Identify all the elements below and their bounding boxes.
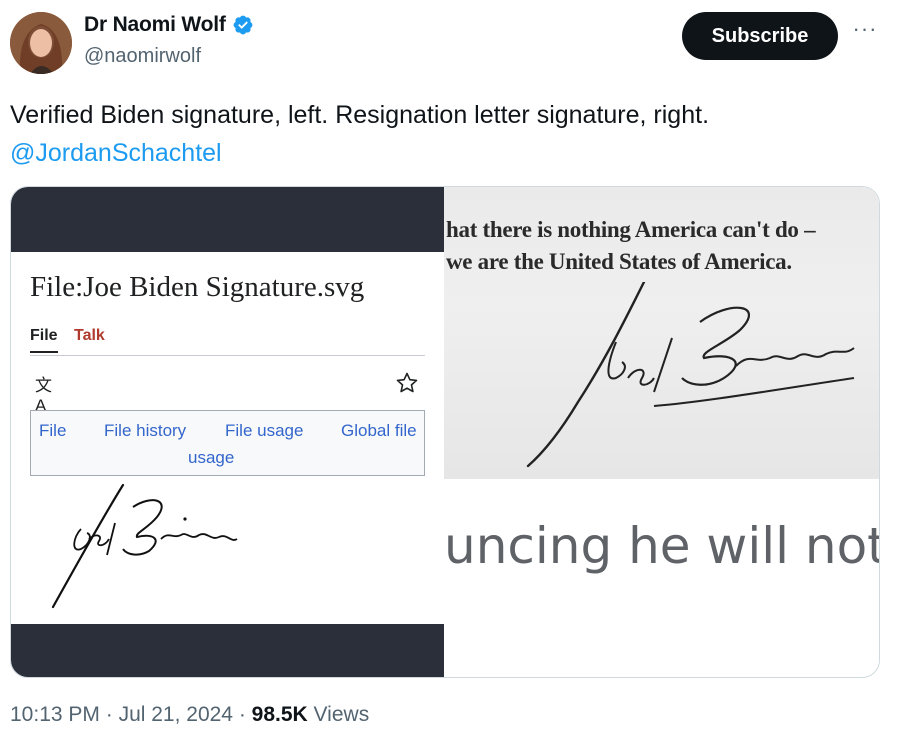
wiki-page-title: File:Joe Biden Signature.svg bbox=[30, 271, 365, 303]
meta-separator: · bbox=[233, 703, 252, 726]
author-display-name[interactable]: Dr Naomi Wolf bbox=[84, 13, 226, 37]
meta-separator: · bbox=[99, 703, 119, 726]
star-icon bbox=[396, 372, 418, 393]
tweet-time[interactable]: 10:13 PM bbox=[10, 703, 100, 726]
avatar[interactable] bbox=[10, 12, 72, 74]
file-history-link: File history bbox=[104, 421, 187, 440]
file-usage-link: File usage bbox=[225, 421, 304, 440]
tweet-text: Verified Biden signature, left. Resignat… bbox=[10, 96, 709, 172]
tab-file: File bbox=[30, 327, 58, 353]
letter-line-2: we are the United States of America. bbox=[446, 249, 792, 274]
media-left-panel[interactable]: File:Joe Biden Signature.svg File Talk 文… bbox=[11, 187, 444, 677]
file-link: File bbox=[39, 421, 67, 440]
resignation-signature-image bbox=[526, 282, 855, 468]
author-name-row: Dr Naomi Wolf bbox=[84, 13, 254, 37]
author-handle[interactable]: @naomirwolf bbox=[84, 45, 201, 68]
verified-badge-icon bbox=[233, 15, 253, 35]
translate-icon: 文A bbox=[35, 376, 52, 415]
subscribe-button[interactable]: Subscribe bbox=[682, 12, 838, 60]
letter-line-1: hat there is nothing America can't do – bbox=[446, 217, 816, 242]
dark-band-top bbox=[11, 187, 444, 252]
global-file-link: Global file bbox=[341, 421, 417, 440]
dark-band-bottom bbox=[11, 624, 444, 677]
news-caption-text: uncing he will not s bbox=[444, 517, 880, 575]
resignation-letter-scan: hat there is nothing America can't do – … bbox=[444, 187, 879, 479]
tweet-meta: 10:13 PM · Jul 21, 2024 · 98.5K Views bbox=[10, 703, 369, 727]
biden-signature-image bbox=[51, 483, 238, 609]
more-options-icon[interactable]: ··· bbox=[848, 18, 882, 46]
global-file-usage-link: usage bbox=[188, 448, 235, 467]
mention-link[interactable]: @JordanSchachtel bbox=[10, 134, 709, 172]
media-right-panel[interactable]: hat there is nothing America can't do – … bbox=[444, 187, 879, 677]
views-count: 98.5K bbox=[251, 703, 308, 726]
tweet-date[interactable]: Jul 21, 2024 bbox=[119, 703, 233, 726]
file-links-box: File File history File usage Global file… bbox=[30, 410, 425, 476]
tweet-body: Verified Biden signature, left. Resignat… bbox=[10, 101, 710, 129]
tab-talk: Talk bbox=[74, 327, 105, 344]
views-label: Views bbox=[307, 703, 370, 726]
tweet-media[interactable]: File:Joe Biden Signature.svg File Talk 文… bbox=[10, 186, 880, 678]
wiki-tabs: File Talk bbox=[30, 325, 425, 356]
